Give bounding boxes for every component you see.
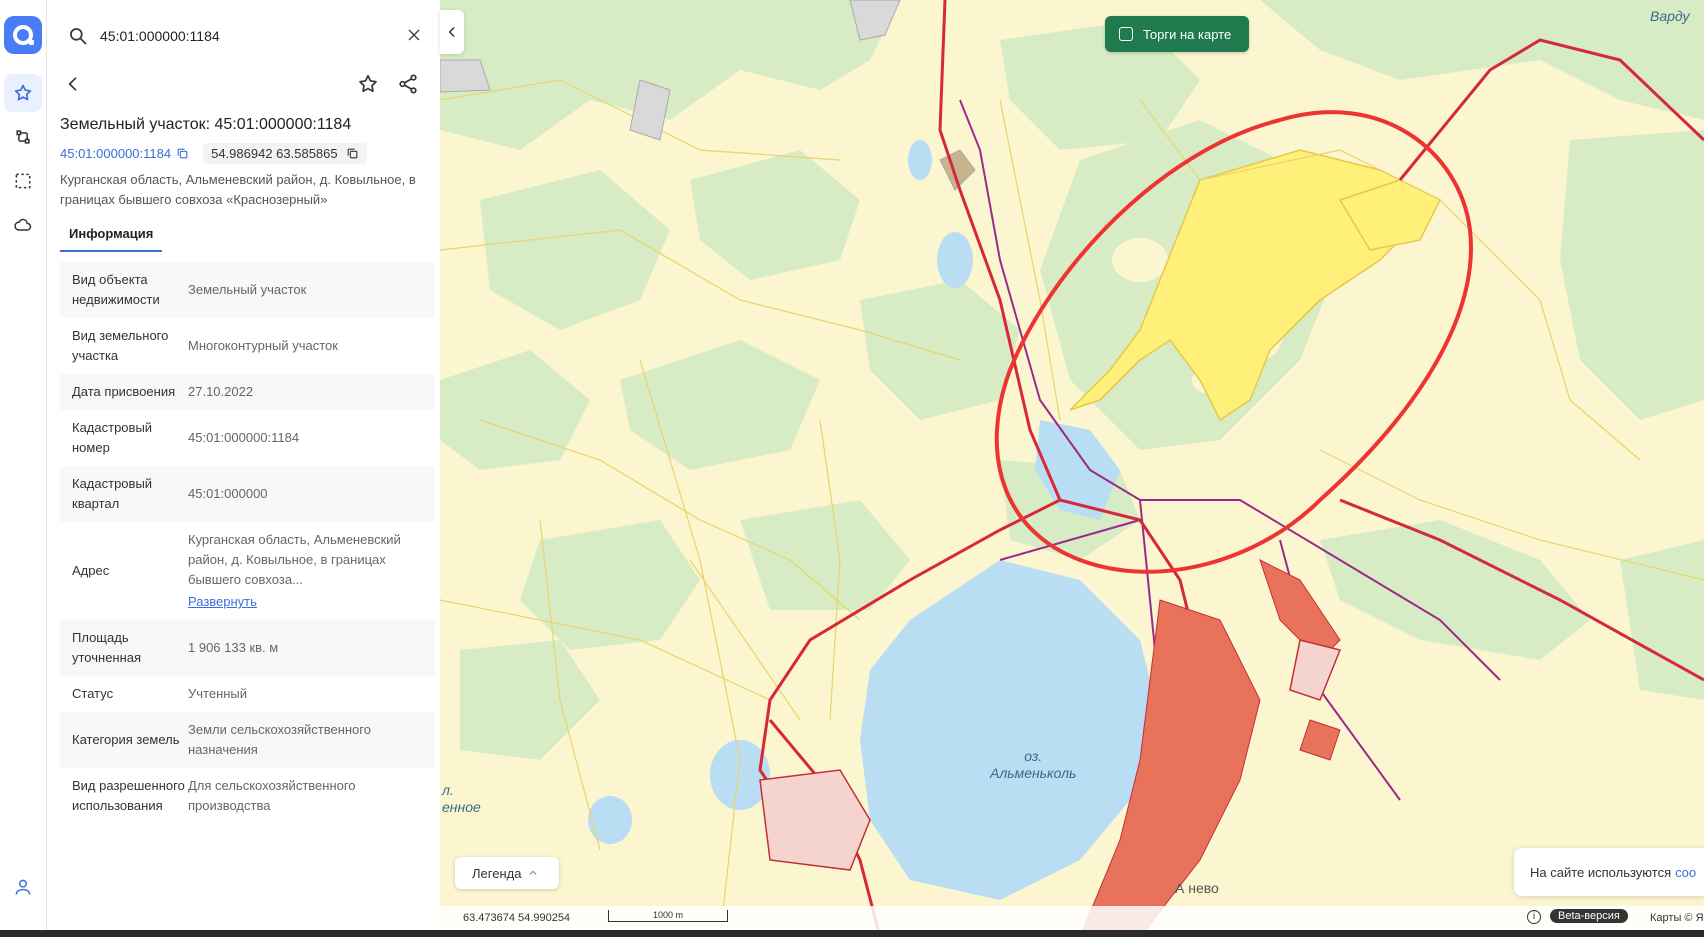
info-row-value-text: 1 906 133 кв. м: [188, 640, 279, 655]
parcel-title: Земельный участок: 45:01:000000:1184: [60, 116, 352, 133]
info-row-value-text: 45:01:000000: [188, 486, 268, 501]
icon-rail: [0, 0, 47, 937]
info-row: Кадастровый номер 45:01:000000:1184: [60, 410, 435, 466]
search-bar: [60, 18, 426, 54]
cookie-link[interactable]: coo: [1675, 865, 1696, 880]
parcel-address: Курганская область, Альменевский район, …: [60, 172, 416, 207]
cursor-coordinates: 63.473674 54.990254: [463, 912, 571, 924]
info-row-key: Площадь уточненная: [72, 630, 142, 665]
search-icon: [70, 28, 87, 45]
cadastral-number-link[interactable]: 45:01:000000:1184: [60, 146, 171, 161]
star-icon: [14, 84, 32, 101]
selection-icon: [15, 173, 31, 189]
auction-toggle[interactable]: Торги на карте: [1105, 16, 1249, 52]
info-row: Категория земель Земли сельскохозяйственн…: [60, 712, 435, 768]
info-panel: Земельный участок: 45:01:000000:1184 45:…: [47, 0, 440, 937]
info-row: Площадь уточненная 1 906 133 кв. м: [60, 620, 435, 676]
info-row-value: Земли сельскохозяйственного назначения: [188, 720, 423, 760]
chevron-left-icon: [448, 27, 455, 37]
info-row-key: Дата присвоения: [72, 384, 176, 399]
info-row: Вид объекта недвижимости Земельный участо…: [60, 262, 435, 318]
user-icon: [15, 879, 31, 895]
copy-icon[interactable]: [346, 147, 359, 160]
edge-label-topright: Варду: [1650, 8, 1690, 24]
info-table: Вид объекта недвижимости Земельный участо…: [60, 262, 435, 824]
lake-label: оз. Альменьколь: [990, 748, 1077, 781]
info-row-value: 45:01:000000:1184: [188, 428, 299, 448]
tab-information[interactable]: Информация: [60, 220, 163, 252]
cloud-icon: [14, 218, 32, 231]
auction-checkbox[interactable]: [1119, 27, 1133, 41]
info-row-key: Вид разрешенного использования: [72, 778, 185, 813]
copy-icon[interactable]: [176, 147, 189, 160]
info-icon[interactable]: i: [1527, 910, 1541, 924]
info-row-value: 45:01:000000: [188, 484, 268, 504]
cookie-notice: На сайте используются coo: [1514, 848, 1704, 896]
info-row-key: Статус: [72, 686, 114, 701]
info-row-value: Учтенный: [188, 684, 247, 704]
info-row-value-text: Многоконтурный участок: [188, 338, 338, 353]
chevron-up-icon: [530, 870, 537, 875]
beta-badge: Beta-версия: [1550, 909, 1628, 923]
route-nav-button[interactable]: [4, 118, 42, 156]
info-row: Дата присвоения 27.10.2022: [60, 374, 435, 410]
route-icon: [16, 130, 30, 144]
info-row: Вид разрешенного использования Для сельск…: [60, 768, 435, 824]
info-row-value: Для сельскохозяйственного производства: [188, 776, 423, 816]
coordinates-value: 54.986942 63.585865: [211, 146, 338, 161]
info-row-key: Кадастровый номер: [72, 420, 153, 455]
back-arrow-icon[interactable]: [63, 74, 83, 94]
info-row-value: Курганская область, Альменевский район, …: [188, 530, 423, 612]
info-row-value: Земельный участок: [188, 280, 306, 300]
info-row: Вид земельного участка Многоконтурный уча…: [60, 318, 435, 374]
info-row-value-text: Земельный участок: [188, 282, 307, 297]
info-row-value-text: Земли сельскохозяйственного назначения: [188, 722, 371, 757]
settlement-label: А нево: [1175, 880, 1219, 896]
favorites-nav-button[interactable]: [4, 74, 42, 112]
info-row-value-text: Курганская область, Альменевский район, …: [188, 532, 401, 587]
cookie-text: На сайте используются: [1530, 864, 1672, 880]
info-row: Статус Учтенный: [60, 676, 435, 712]
map-canvas[interactable]: [440, 0, 1704, 937]
parcel-id-row: 45:01:000000:1184 54.986942 63.585865: [60, 143, 367, 164]
scale-label: 1000 m: [652, 910, 684, 920]
maps-attribution[interactable]: Карты © Я: [1650, 912, 1704, 924]
info-row-value: 27.10.2022: [188, 382, 253, 402]
info-row-key: Вид объекта недвижимости: [72, 272, 160, 307]
profile-nav-button[interactable]: [4, 868, 42, 906]
info-row-value: Многоконтурный участок: [188, 336, 338, 356]
search-input[interactable]: [100, 24, 390, 48]
window-bottom-strip: [0, 930, 1704, 937]
info-row-key: Адрес: [72, 563, 110, 578]
collapse-panel-button[interactable]: [440, 10, 464, 54]
info-row-value-text: Учтенный: [188, 686, 248, 701]
favorite-star-icon[interactable]: [357, 73, 379, 95]
info-row-value-text: 27.10.2022: [188, 384, 254, 399]
info-row-value-text: Для сельскохозяйственного производства: [188, 778, 356, 813]
scale-bar: 1000 m: [608, 910, 728, 922]
coordinates-chip[interactable]: 54.986942 63.585865: [203, 143, 367, 164]
legend-button[interactable]: Легенда: [455, 857, 559, 889]
expand-address-link[interactable]: Развернуть: [188, 592, 423, 612]
share-icon[interactable]: [397, 73, 419, 95]
legend-label: Легенда: [472, 865, 522, 881]
clear-icon[interactable]: [406, 27, 422, 43]
panel-toolbar: [57, 70, 429, 100]
info-row-key: Кадастровый квартал: [72, 476, 153, 511]
auction-label: Торги на карте: [1143, 26, 1232, 42]
map-view[interactable]: оз. Альменьколь л. енное Варду А нево: [440, 0, 1704, 937]
map-status-bar: 63.473674 54.990254 1000 m i Beta-версия…: [440, 906, 1704, 930]
info-row-key: Категория земель: [72, 732, 180, 747]
info-row-key: Вид земельного участка: [72, 328, 169, 363]
info-row-value: 1 906 133 кв. м: [188, 638, 278, 658]
edge-label-left: л. енное: [442, 782, 481, 815]
tab-bar: Информация: [60, 220, 435, 254]
cloud-nav-button[interactable]: [4, 206, 42, 244]
select-area-nav-button[interactable]: [4, 162, 42, 200]
info-row-value-text: 45:01:000000:1184: [188, 430, 300, 445]
info-row: Кадастровый квартал 45:01:000000: [60, 466, 435, 522]
app-logo-icon[interactable]: [4, 16, 42, 54]
info-row: Адрес Курганская область, Альменевский ра…: [60, 522, 435, 620]
